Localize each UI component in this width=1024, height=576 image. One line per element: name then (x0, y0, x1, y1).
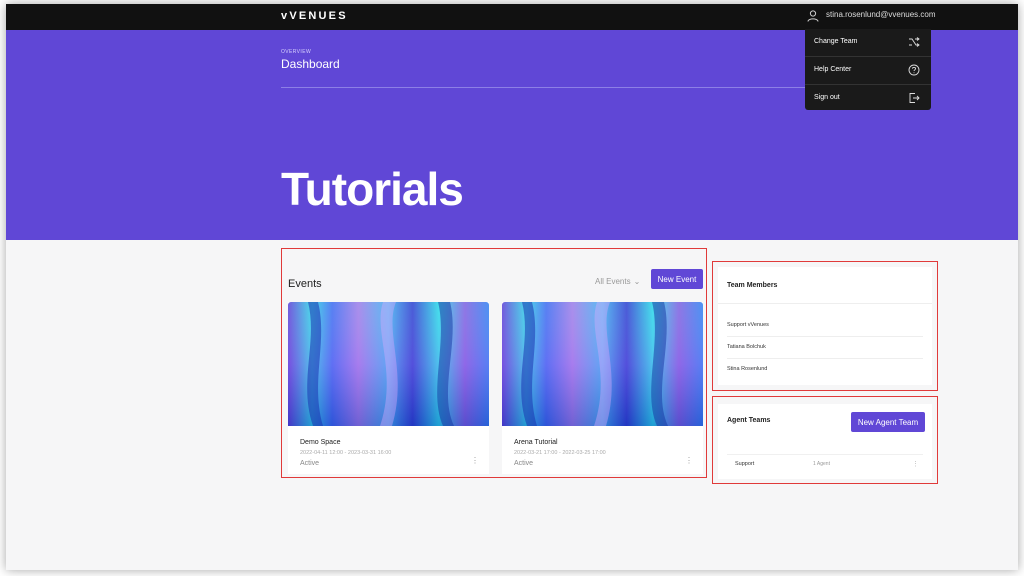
table-row[interactable]: Support 1 Agent ⋮ (727, 454, 923, 474)
menu-item-help-center[interactable]: Help Center (805, 57, 931, 84)
list-item[interactable]: Stina Rosenlund (727, 366, 767, 372)
list-divider (727, 358, 923, 359)
top-bar: vVENUES stina.rosenlund@vvenues.com (6, 4, 1018, 30)
list-item[interactable]: Tatiana Bolchuk (727, 344, 766, 350)
event-name: Arena Tutorial (514, 439, 558, 446)
new-agent-team-button[interactable]: New Agent Team (851, 412, 925, 432)
event-thumbnail (502, 302, 703, 426)
event-dates: 2022-04-11 12:00 - 2023-03-31 16:00 (300, 450, 392, 456)
shuffle-icon (909, 37, 920, 47)
team-members-title: Team Members (727, 282, 778, 289)
user-email[interactable]: stina.rosenlund@vvenues.com (826, 10, 936, 19)
event-status: Active (514, 460, 534, 467)
more-options-icon[interactable]: ⋮ (471, 457, 479, 465)
overline-label: OVERVIEW (281, 49, 312, 55)
agent-team-name: Support (735, 461, 755, 467)
event-dates: 2022-03-21 17:00 - 2022-03-25 17:00 (514, 450, 606, 456)
events-filter-label: All Events (595, 277, 631, 286)
page-title: Tutorials (281, 163, 464, 215)
events-title: Events (288, 278, 322, 290)
menu-item-sign-out[interactable]: Sign out (805, 85, 931, 112)
new-event-button[interactable]: New Event (651, 269, 703, 289)
more-options-icon[interactable]: ⋮ (912, 460, 919, 468)
list-item[interactable]: Support vVenues (727, 322, 769, 328)
menu-item-label: Change Team (814, 38, 858, 45)
team-members-section: Team Members Support vVenues Tatiana Bol… (712, 261, 938, 391)
more-options-icon[interactable]: ⋮ (685, 457, 693, 465)
user-menu: Change Team Help Center Sign out (805, 29, 931, 110)
event-card[interactable]: Arena Tutorial 2022-03-21 17:00 - 2022-0… (502, 302, 703, 474)
agent-teams-section: Agent Teams New Agent Team Support 1 Age… (712, 396, 938, 484)
agent-teams-title: Agent Teams (727, 417, 771, 424)
question-circle-icon (908, 64, 920, 76)
panel-divider (718, 303, 932, 304)
menu-item-label: Help Center (814, 66, 852, 73)
page-subtitle: Dashboard (281, 57, 340, 71)
app-window: vVENUES stina.rosenlund@vvenues.com OVER… (6, 4, 1018, 570)
sign-out-icon (909, 93, 920, 103)
list-divider (727, 336, 923, 337)
user-icon[interactable] (806, 9, 820, 23)
event-thumbnail (288, 302, 489, 426)
chevron-down-icon: ⌄ (633, 277, 641, 286)
logo[interactable]: vVENUES (281, 10, 348, 22)
event-card[interactable]: Demo Space 2022-04-11 12:00 - 2023-03-31… (288, 302, 489, 474)
event-name: Demo Space (300, 439, 341, 446)
event-status: Active (300, 460, 320, 467)
agent-teams-panel: Agent Teams New Agent Team Support 1 Age… (718, 404, 932, 479)
team-members-panel: Team Members Support vVenues Tatiana Bol… (718, 267, 932, 385)
menu-item-label: Sign out (814, 94, 840, 101)
menu-item-change-team[interactable]: Change Team (805, 29, 931, 56)
events-filter-dropdown[interactable]: All Events ⌄ (595, 277, 640, 286)
hero-divider (281, 87, 806, 88)
agent-count: 1 Agent (813, 461, 830, 467)
events-section: Events All Events ⌄ New Event Demo Space… (281, 248, 707, 478)
